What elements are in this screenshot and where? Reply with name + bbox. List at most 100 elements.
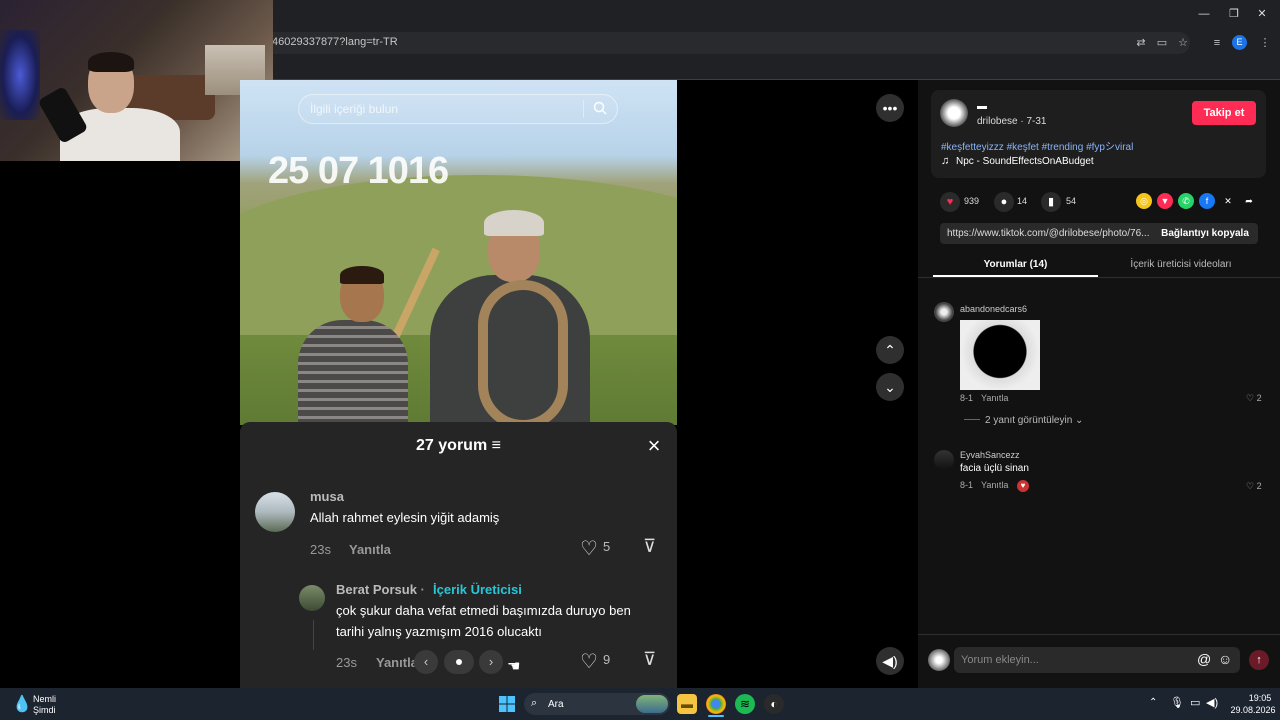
menu-icon[interactable]: ⋮ xyxy=(1257,35,1273,51)
comment-text: çok şukur daha vefat etmedi başımızda du… xyxy=(336,603,631,618)
chevron-up-icon[interactable]: ⌃ xyxy=(1149,697,1157,708)
spotify-icon[interactable]: ≋ xyxy=(735,694,755,714)
comment-user[interactable]: abandonedcars6 xyxy=(960,304,1027,314)
weather-icon[interactable]: 💧 xyxy=(12,694,32,714)
heart-icon[interactable]: ♡ xyxy=(580,649,598,674)
chevron-down-icon[interactable]: ⌄ xyxy=(876,373,904,401)
comment-time: 23s xyxy=(336,655,357,670)
like-count: 939 xyxy=(964,196,980,206)
avatar[interactable] xyxy=(934,450,954,470)
tab-comments[interactable]: Yorumlar (14) xyxy=(933,253,1098,277)
close-icon[interactable]: × xyxy=(644,435,664,457)
creator-reaction-icon: ♥ xyxy=(1017,480,1029,492)
comment-icon[interactable]: ● xyxy=(994,192,1014,212)
chrome-icon[interactable] xyxy=(706,694,726,714)
url-text[interactable]: 46029337877?lang=tr-TR xyxy=(272,36,398,48)
comment-user[interactable]: Berat Porsuk · xyxy=(336,582,425,597)
active-app-indicator xyxy=(708,715,724,717)
author-line[interactable]: drilobese · 7-31 xyxy=(977,116,1046,127)
reply-button[interactable]: Yanıtla xyxy=(376,655,418,670)
volume-icon[interactable]: ◀) xyxy=(1206,696,1218,709)
star-icon[interactable]: ☆ xyxy=(1175,35,1191,51)
filter-icon[interactable]: ≡ xyxy=(492,437,501,454)
more-icon[interactable]: ••• xyxy=(876,94,904,122)
weather-title[interactable]: Nemli xyxy=(33,694,56,704)
file-explorer-icon[interactable]: ▬ xyxy=(677,694,697,714)
thread-line xyxy=(964,419,980,420)
heart-icon[interactable]: ♥ xyxy=(940,192,960,212)
emoji-icon[interactable]: ☺ xyxy=(1218,651,1232,667)
reply-button[interactable]: Yanıtla xyxy=(349,542,391,557)
copy-link-button[interactable]: Bağlantıyı kopyala xyxy=(1152,223,1258,244)
media-icon[interactable]: ≡ xyxy=(1209,35,1225,51)
dislike-icon[interactable]: ⊽ xyxy=(643,536,656,557)
facebook-icon[interactable]: f xyxy=(1199,193,1215,209)
tab-creator-videos[interactable]: İçerik üreticisi videoları xyxy=(1098,253,1264,277)
dislike-icon[interactable]: ⊽ xyxy=(643,649,656,670)
post-link[interactable]: https://www.tiktok.com/@drilobese/photo/… xyxy=(947,228,1149,239)
follow-button[interactable]: Takip et xyxy=(1192,101,1256,125)
divider xyxy=(918,634,1280,635)
carousel-next-button[interactable]: › xyxy=(479,650,503,674)
comment-sheet-title[interactable]: 27 yorum ≡ xyxy=(240,437,677,455)
search-divider xyxy=(583,100,584,118)
music-link[interactable]: Npc - SoundEffectsOnABudget xyxy=(956,156,1094,167)
bookmark-icon[interactable]: ▮ xyxy=(1041,192,1061,212)
like-count: 5 xyxy=(603,539,611,554)
app-icon[interactable]: ◐ xyxy=(764,694,784,714)
clock-time[interactable]: 19:05 xyxy=(1240,693,1280,703)
avatar[interactable] xyxy=(299,585,325,611)
comment-user[interactable]: musa xyxy=(310,489,344,504)
hashtags[interactable]: #keşfetteyizzz #keşfet #trending #fypシvi… xyxy=(941,138,1133,153)
weather-subtitle[interactable]: Şimdi xyxy=(33,705,56,715)
install-icon[interactable]: ▭ xyxy=(1154,35,1170,51)
reply-button[interactable]: Yanıtla xyxy=(981,393,1008,403)
coin-icon[interactable]: ◎ xyxy=(1136,193,1152,209)
restore-button[interactable]: ❐ xyxy=(1224,6,1244,22)
windows-start-icon[interactable] xyxy=(498,695,516,713)
avatar[interactable] xyxy=(934,302,954,322)
x-icon[interactable]: ✕ xyxy=(1220,193,1236,209)
author-nickname[interactable]: ▬ xyxy=(977,101,987,112)
search-icon[interactable]: ⌕ xyxy=(531,697,537,710)
tab-divider xyxy=(918,277,1280,278)
search-highlight-icon[interactable] xyxy=(636,695,668,713)
clock-date[interactable]: 29.08.2026 xyxy=(1226,705,1280,715)
reply-button[interactable]: Yanıtla xyxy=(981,480,1008,490)
comment-user[interactable]: EyvahSancezz xyxy=(960,450,1020,460)
share-icon[interactable]: ➦ xyxy=(1241,193,1257,209)
video-search-placeholder[interactable]: İlgili içeriği bulun xyxy=(310,102,398,116)
mention-icon[interactable]: @ xyxy=(1197,651,1211,667)
like-button[interactable]: ♡ 2 xyxy=(1246,393,1262,404)
profile-icon[interactable]: E xyxy=(1232,35,1247,50)
send-button[interactable]: ↑ xyxy=(1249,650,1269,670)
chevron-up-icon[interactable]: ⌃ xyxy=(876,336,904,364)
comment-count: 14 xyxy=(1017,196,1028,206)
taskbar-search-label[interactable]: Ara xyxy=(548,699,564,710)
thread-line xyxy=(313,620,314,650)
send-icon[interactable]: ▼ xyxy=(1157,193,1173,209)
comment-sheet xyxy=(240,422,677,688)
like-button[interactable]: ♡ 2 xyxy=(1246,481,1262,492)
author-avatar[interactable] xyxy=(940,99,968,127)
comment-input-placeholder[interactable]: Yorum ekleyin... xyxy=(961,654,1039,666)
comment-date: 8-1 xyxy=(960,393,974,403)
volume-icon[interactable]: ◀) xyxy=(876,647,904,675)
comment-text: tarihi yalnış yazmışım 2016 olucaktı xyxy=(336,624,542,639)
network-icon[interactable]: ▭ xyxy=(1190,696,1200,709)
close-window-button[interactable]: ✕ xyxy=(1252,6,1272,22)
like-count: 9 xyxy=(603,652,611,667)
microphone-icon[interactable]: 🎙 xyxy=(1170,696,1184,709)
my-avatar[interactable] xyxy=(928,649,950,671)
translate-icon[interactable]: ⇄ xyxy=(1133,35,1149,51)
carousel-prev-button[interactable]: ‹ xyxy=(414,650,438,674)
avatar[interactable] xyxy=(255,492,295,532)
comment-image[interactable] xyxy=(960,320,1040,390)
music-icon: ♫ xyxy=(941,155,950,167)
view-replies-button[interactable]: 2 yanıt görüntüleyin ⌄ xyxy=(985,415,1083,426)
minimize-button[interactable]: — xyxy=(1194,6,1214,22)
heart-icon[interactable]: ♡ xyxy=(580,536,598,561)
search-icon[interactable] xyxy=(592,100,608,116)
video-photo[interactable] xyxy=(240,80,677,425)
whatsapp-icon[interactable]: ✆ xyxy=(1178,193,1194,209)
